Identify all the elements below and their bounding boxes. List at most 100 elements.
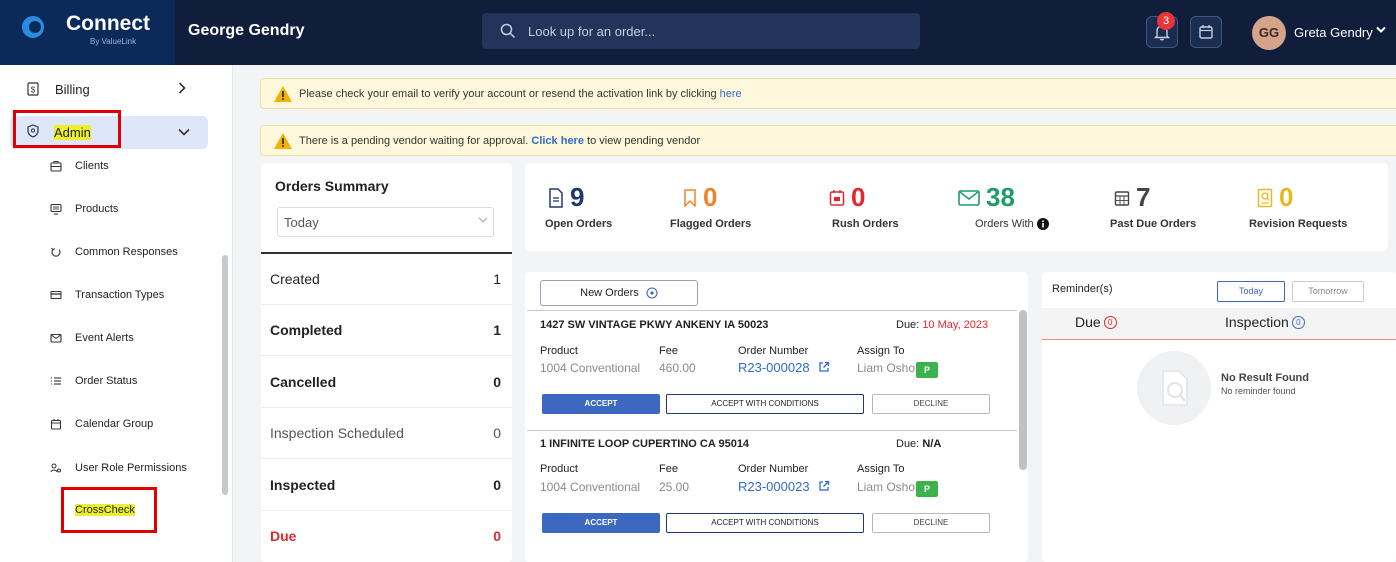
order-number-link[interactable]: R23-000023 [738,479,810,494]
new-orders-tab[interactable]: New Orders [540,280,698,306]
tab-due-label: Due [1075,314,1101,330]
stat-label: Orders With [975,218,1034,230]
chevron-down-icon[interactable] [1376,26,1386,34]
info-icon [646,287,658,299]
logo-subtitle: By ValueLink [90,37,137,46]
summary-row-count: 0 [493,477,501,493]
tab-inspection[interactable]: Inspection 0 [1225,314,1305,330]
pending-vendor-banner: There is a pending vendor waiting for ap… [260,125,1396,156]
notification-badge: 3 [1157,12,1175,30]
sidebar-item-order-status[interactable]: Order Status [75,375,137,387]
fee-column-label: Fee [659,345,678,357]
tab-inspection-label: Inspection [1225,314,1289,330]
summary-row-inspected[interactable]: Inspected 0 [261,460,512,511]
tab-inspection-count-icon: 0 [1291,315,1305,329]
order-address[interactable]: 1427 SW VINTAGE PKWY ANKENY IA 50023 [540,319,768,331]
external-link-icon[interactable] [818,361,830,373]
sidebar-item-billing[interactable]: Billing [55,82,90,97]
summary-row-label: Due [270,528,297,544]
calendar-button[interactable] [1190,16,1222,48]
accept-button[interactable]: ACCEPT [542,513,660,533]
reminders-title: Reminder(s) [1052,283,1113,295]
resend-activation-link[interactable]: here [720,88,742,100]
briefcase-icon [50,160,62,172]
summary-row-label: Cancelled [270,374,337,390]
stat-value: 0 [703,182,718,212]
stat-flagged-orders[interactable]: 0 [683,182,717,213]
search-input[interactable] [528,22,898,40]
vendor-banner-text-end: to view pending vendor [587,135,701,147]
stat-open-orders[interactable]: 9 [548,182,584,213]
order-number-link[interactable]: R23-000028 [738,360,810,375]
assign-to-column-label: Assign To [857,345,905,357]
chevron-right-icon[interactable] [178,82,186,94]
search-icon [500,23,516,39]
order-fee: 460.00 [659,361,696,375]
verify-email-banner: Please check your email to verify your a… [260,78,1396,109]
tab-due-count-icon: 0 [1103,315,1117,329]
order-address[interactable]: 1 INFINITE LOOP CUPERTINO CA 95014 [540,438,749,450]
decline-button[interactable]: DECLINE [872,394,990,414]
dollar-document-icon: $ [27,82,39,96]
reminders-today-button[interactable]: Today [1217,281,1285,302]
refresh-icon [50,246,62,258]
sidebar-scrollbar[interactable] [222,255,228,495]
vendor-banner-text: There is a pending vendor waiting for ap… [299,135,529,147]
stat-past-due-orders[interactable]: 7 [1114,182,1150,213]
credit-card-icon [50,289,62,301]
sidebar-item-user-role-permissions[interactable]: User Role Permissions [75,462,187,474]
bookmark-icon [684,188,696,207]
decline-button[interactable]: DECLINE [872,513,990,533]
summary-row-created[interactable]: Created 1 [261,254,512,305]
due-date: 10 May, 2023 [922,319,989,331]
summary-row-count: 0 [493,374,501,390]
summary-row-count: 1 [493,322,501,338]
reminders-tomorrow-button[interactable]: Tomorrow [1292,281,1364,302]
user-name[interactable]: Greta Gendry [1294,25,1373,40]
stat-rush-orders[interactable]: 0 [829,182,865,213]
summary-row-cancelled[interactable]: Cancelled 0 [261,357,512,408]
order-fee: 25.00 [659,480,690,494]
highlight-box-crosscheck [61,487,157,533]
list-icon [50,375,62,387]
avatar[interactable]: GG [1252,16,1286,50]
sidebar-item-clients[interactable]: Clients [75,160,109,172]
assignee-badge: P [916,362,938,378]
verify-banner-text: Please check your email to verify your a… [299,88,717,100]
new-orders-label: New Orders [580,287,639,299]
order-assignee: Liam Osho [857,480,916,494]
due-date: N/A [922,438,942,450]
orders-scrollbar[interactable] [1019,310,1027,470]
tab-due[interactable]: Due 0 [1075,314,1117,330]
sidebar-item-event-alerts[interactable]: Event Alerts [75,332,134,344]
agent-name: George Gendry [188,22,305,39]
external-link-icon[interactable] [818,480,830,492]
accept-with-conditions-button[interactable]: ACCEPT WITH CONDITIONS [666,513,864,533]
stat-value: 9 [570,182,585,212]
sidebar-item-calendar-group[interactable]: Calendar Group [75,418,153,430]
stat-orders-with[interactable]: 38 [958,182,1015,213]
stat-revision-requests[interactable]: 0 [1257,182,1293,213]
calendar-grid-icon [1114,190,1130,206]
order-assignee: Liam Osho [857,361,916,375]
chevron-down-icon[interactable] [178,128,190,136]
info-icon[interactable] [1036,218,1049,230]
order-product: 1004 Conventional [540,480,641,494]
summary-row-count: 1 [493,271,501,287]
chevron-down-icon[interactable] [478,216,488,224]
sidebar-item-products[interactable]: Products [75,203,118,215]
view-pending-vendor-link[interactable]: Click here [531,135,584,147]
highlight-box-admin [13,110,121,148]
stat-value: 0 [851,182,866,212]
accept-button[interactable]: ACCEPT [542,394,660,414]
sidebar-item-common-responses[interactable]: Common Responses [75,246,178,258]
summary-row-due[interactable]: Due 0 [261,511,512,562]
document-icon [549,187,563,208]
order-due: Due: N/A [896,438,941,450]
accept-with-conditions-button[interactable]: ACCEPT WITH CONDITIONS [666,394,864,414]
summary-row-completed[interactable]: Completed 1 [261,305,512,356]
sidebar-item-transaction-types[interactable]: Transaction Types [75,289,164,301]
summary-row-inspection-scheduled[interactable]: Inspection Scheduled 0 [261,408,512,459]
period-select[interactable]: Today [277,207,494,237]
summary-row-label: Completed [270,322,343,338]
